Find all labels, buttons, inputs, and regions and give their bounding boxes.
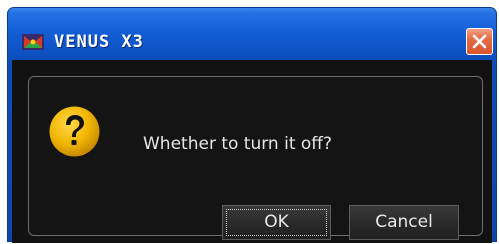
- ok-button-label: OK: [264, 212, 289, 232]
- message-panel: Whether to turn it off? OK Cancel: [28, 76, 483, 240]
- close-icon: [472, 34, 487, 49]
- question-icon: [48, 105, 101, 158]
- title-bar[interactable]: VENUS X3: [8, 8, 496, 60]
- cancel-button[interactable]: Cancel: [349, 205, 459, 240]
- dialog-client-area: Whether to turn it off? OK Cancel: [12, 60, 492, 243]
- venus-app-icon: [22, 34, 44, 50]
- close-button[interactable]: [466, 28, 493, 55]
- window-title: VENUS X3: [54, 32, 144, 52]
- cancel-button-label: Cancel: [375, 212, 433, 232]
- ok-button[interactable]: OK: [222, 205, 331, 240]
- dialog-message: Whether to turn it off?: [143, 134, 333, 154]
- dialog-window: VENUS X3 Whether to turn it off? OK Canc…: [7, 7, 497, 243]
